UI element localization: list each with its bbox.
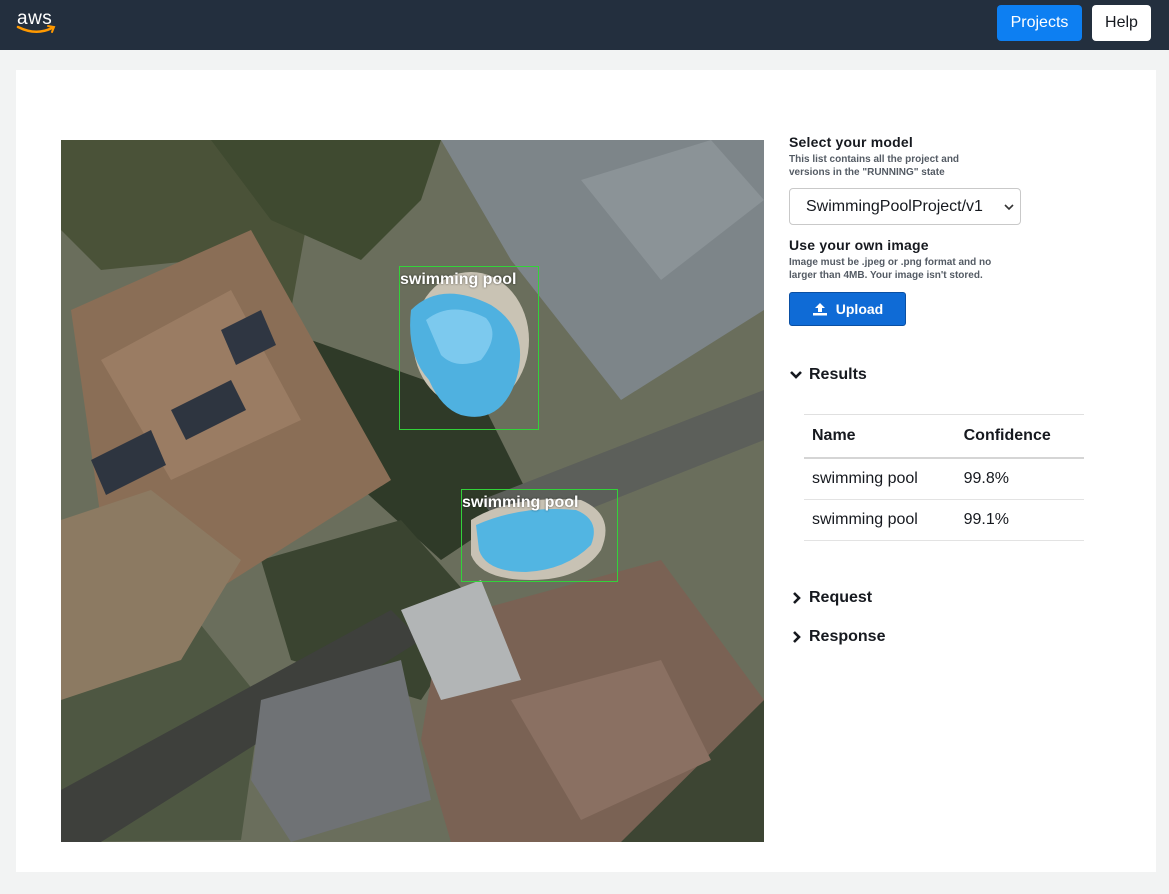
results-label: Results [809, 366, 867, 383]
detection-box: swimming pool [461, 489, 618, 582]
column-header-confidence: Confidence [955, 414, 1084, 459]
result-confidence: 99.1% [955, 499, 1084, 541]
result-name: swimming pool [804, 458, 956, 500]
column-header-name: Name [804, 414, 956, 459]
table-row: swimming pool 99.1% [804, 499, 1084, 541]
aerial-photo-graphic [61, 140, 764, 842]
request-label: Request [809, 589, 873, 606]
model-select[interactable]: SwimmingPoolProject/v1 [789, 188, 1021, 225]
results-table: Name Confidence swimming pool 99.8% swim… [804, 414, 1084, 541]
detection-label: swimming pool [462, 494, 579, 511]
model-hint: This list contains all the project and v… [789, 154, 960, 178]
model-heading: Select your model [789, 134, 913, 150]
results-toggle[interactable]: Results [789, 366, 867, 384]
response-toggle[interactable]: Response [789, 628, 885, 646]
model-select-value: SwimmingPoolProject/v1 [806, 197, 983, 215]
analyzed-image: swimming pool swimming pool [61, 140, 764, 842]
upload-label: Upload [835, 301, 884, 317]
top-nav: aws Projects Help [0, 0, 1169, 50]
image-heading: Use your own image [789, 237, 929, 253]
projects-button[interactable]: Projects [997, 5, 1082, 41]
chevron-right-icon [793, 592, 801, 604]
result-confidence: 99.8% [955, 458, 1084, 500]
detection-box: swimming pool [399, 266, 539, 430]
aws-logo[interactable]: aws [16, 8, 60, 38]
chevron-right-icon [793, 631, 801, 643]
help-button[interactable]: Help [1092, 5, 1151, 41]
response-label: Response [809, 628, 886, 645]
detection-label: swimming pool [400, 271, 517, 288]
aws-smile-icon [16, 25, 56, 33]
chevron-down-icon [1004, 204, 1014, 211]
image-hint: Image must be .jpeg or .png format and n… [789, 257, 992, 281]
request-toggle[interactable]: Request [789, 589, 872, 607]
table-header-row: Name Confidence [804, 414, 1084, 459]
upload-icon [812, 303, 827, 316]
chevron-down-icon [790, 371, 802, 379]
upload-button[interactable]: Upload [789, 292, 906, 326]
table-row: swimming pool 99.8% [804, 458, 1084, 500]
result-name: swimming pool [804, 499, 956, 541]
